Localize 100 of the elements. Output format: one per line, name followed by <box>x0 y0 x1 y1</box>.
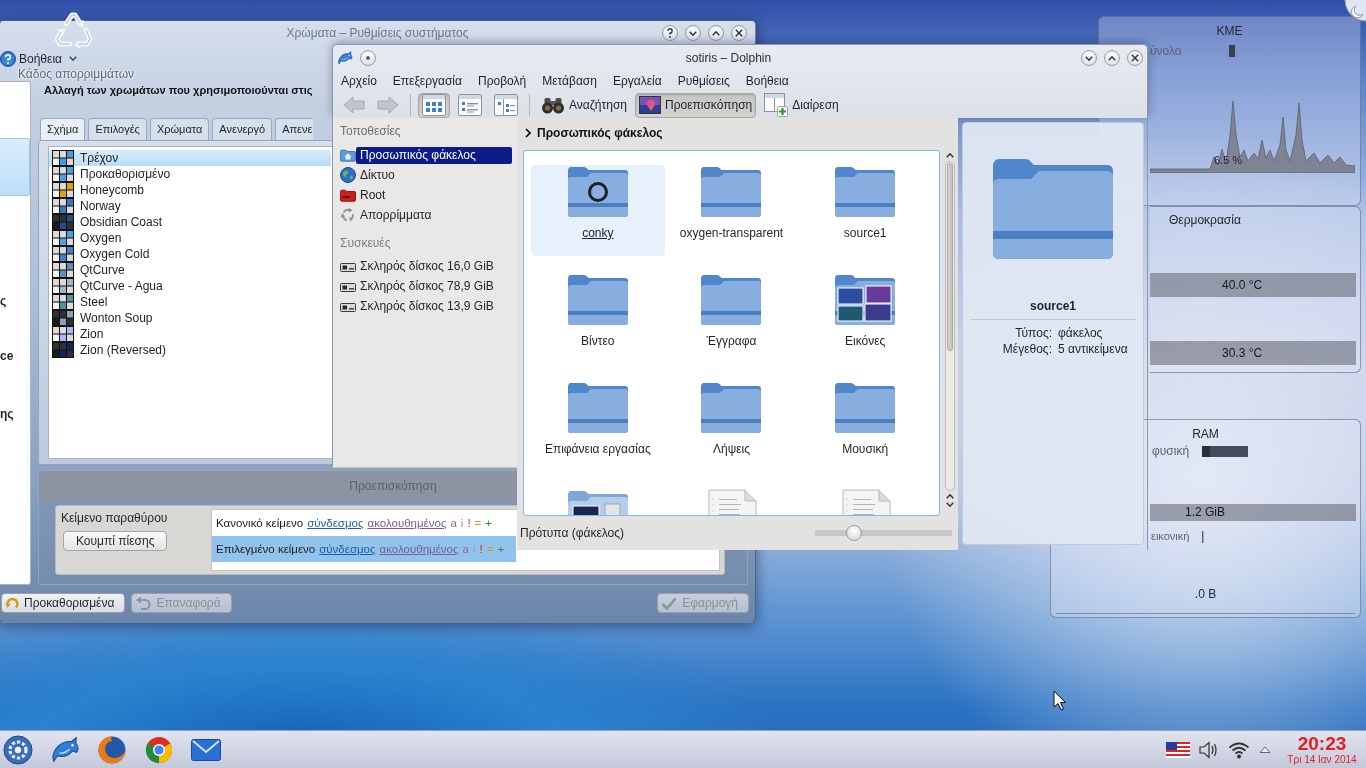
scheme-item[interactable]: Steel <box>49 294 331 310</box>
menu-item[interactable]: Εργαλεία <box>604 73 670 89</box>
chevron-down-icon <box>689 30 697 36</box>
file-item[interactable]: oxygen-transparent <box>664 165 799 256</box>
file-item[interactable]: Μουσική <box>798 381 932 472</box>
scheme-item[interactable]: Τρέχον <box>49 150 331 166</box>
virtual-memory-label: εικονική <box>1151 530 1190 544</box>
defaults-button[interactable]: Προκαθορισμένα <box>1 593 126 613</box>
dolphin-icon[interactable] <box>337 50 353 66</box>
file-item[interactable]: Βίντεο <box>531 273 665 364</box>
scheme-item[interactable]: QtCurve - Agua <box>49 278 331 294</box>
sidebar-item[interactable]: ης <box>0 405 30 423</box>
desktop-icon-label[interactable]: Κάδος απορριμμάτων <box>14 68 138 81</box>
close-button[interactable] <box>731 25 747 41</box>
file-item[interactable]: Εικόνες <box>798 273 932 364</box>
file-item[interactable]: Επιφάνεια εργασίας <box>531 381 665 472</box>
cpu-load-text: 6.5 % <box>1214 154 1243 167</box>
file-item[interactable]: source1 <box>798 165 932 256</box>
sidebar-item[interactable]: ce <box>0 347 30 365</box>
scheme-item[interactable]: Zion (Reversed) <box>49 342 331 358</box>
places-item[interactable]: Δίκτυο <box>356 166 512 184</box>
file-item[interactable]: Έγγραφα <box>664 273 799 364</box>
slider-thumb[interactable] <box>846 525 863 541</box>
tab[interactable]: Σχήμα <box>40 118 86 140</box>
envelope-icon[interactable] <box>191 738 221 761</box>
window-text-label: Κείμενο παραθύρου <box>61 511 168 526</box>
dolphin-icon[interactable] <box>50 734 80 765</box>
sidebar-item[interactable]: ς <box>0 292 30 310</box>
speaker-icon[interactable] <box>1199 740 1219 759</box>
menu-item[interactable]: Προβολή <box>469 73 535 89</box>
minimize-button[interactable] <box>1081 50 1097 66</box>
globe-icon <box>340 167 356 183</box>
expand-icon[interactable] <box>1259 746 1271 753</box>
scrollbar-thumb[interactable] <box>947 163 953 351</box>
scheme-item[interactable]: Oxygen Cold <box>49 246 331 262</box>
places-item[interactable]: Προσωπικός φάκελος <box>356 146 512 164</box>
scheme-item[interactable]: QtCurve <box>49 262 331 278</box>
help-button[interactable]: Βοήθεια <box>0 51 62 67</box>
fox-globe-icon[interactable] <box>97 734 127 765</box>
tab[interactable]: Ανενεργό <box>212 118 273 140</box>
status-text: Πρότυπα (φάκελος) <box>520 525 624 541</box>
tab[interactable]: Χρώματα <box>149 118 210 140</box>
split-button[interactable]: Διαίρεση <box>760 92 843 118</box>
arrow-down-icon[interactable] <box>946 502 954 507</box>
scheme-item[interactable]: Norway <box>49 198 331 214</box>
menu-item[interactable]: Ρυθμίσεις <box>669 73 738 89</box>
wifi-icon[interactable] <box>1228 740 1250 759</box>
file-item[interactable]: Λήψεις <box>664 381 799 472</box>
maximize-button[interactable] <box>1104 50 1120 66</box>
minimize-button[interactable] <box>685 25 701 41</box>
app-menu-icon[interactable] <box>3 734 33 765</box>
push-button[interactable]: Κουμπί πίεσης <box>63 531 168 552</box>
help-button[interactable] <box>662 25 678 41</box>
maximize-button[interactable] <box>708 25 724 41</box>
menu-item[interactable]: Επεξεργασία <box>384 73 470 89</box>
tab[interactable]: Απενε <box>275 118 314 140</box>
close-icon <box>1131 54 1139 62</box>
scheme-item[interactable]: Προκαθορισμένο <box>49 166 331 182</box>
tab[interactable]: Επιλογές <box>88 118 147 140</box>
search-button[interactable]: Αναζήτηση <box>537 92 631 118</box>
visited-link-sample: ακολουθημένος <box>367 515 447 531</box>
breadcrumb-item[interactable]: Προσωπικός φάκελος <box>537 125 663 141</box>
cpu-total-label: ύνολο <box>1150 43 1182 59</box>
places-item[interactable]: Απορρίμματα <box>356 206 512 224</box>
places-item[interactable]: Root <box>356 186 512 204</box>
preview-button[interactable]: Προεπισκόπηση <box>634 92 757 118</box>
scheme-item[interactable]: Wonton Soup <box>49 310 331 326</box>
close-button[interactable] <box>1127 50 1143 66</box>
chevron-down-icon[interactable] <box>69 56 77 61</box>
chevron-up-icon <box>1108 55 1116 61</box>
scheme-item[interactable]: Obsidian Coast <box>49 214 331 230</box>
window-title: sotiris – Dolphin <box>684 50 773 66</box>
scrollbar[interactable] <box>945 161 955 491</box>
file-item[interactable]: conky <box>531 165 665 256</box>
aperture-icon[interactable] <box>144 734 174 765</box>
icons-view-button[interactable] <box>418 92 450 118</box>
ring-folder-icon <box>566 165 629 218</box>
panel-title: Τοποθεσίες <box>340 124 402 138</box>
arrow-up-icon[interactable] <box>946 494 954 499</box>
arrow-up-icon[interactable] <box>946 153 954 158</box>
scheme-item[interactable]: Oxygen <box>49 230 331 246</box>
swap-reading: .0 B <box>1193 586 1218 602</box>
flag-icon[interactable] <box>1166 741 1190 758</box>
all-desktops-button[interactable] <box>360 50 376 66</box>
menu-item[interactable]: Αρχείο <box>333 73 385 89</box>
places-item[interactable]: Σκληρός δίσκος 78,9 GiB <box>356 277 512 295</box>
places-item[interactable]: Σκληρός δίσκος 16,0 GiB <box>356 257 512 275</box>
preview-text: Κανονικό κείμενο <box>216 515 304 531</box>
memory-bar-icon <box>1202 445 1248 457</box>
property-value: φάκελος <box>1058 326 1103 341</box>
places-item[interactable]: Σκληρός δίσκος 13,9 GiB <box>356 297 512 315</box>
menu-item[interactable]: Μετάβαση <box>534 73 605 89</box>
folder-icon <box>566 273 629 326</box>
negative-text-sample: ! <box>479 541 483 557</box>
menu-item[interactable]: Βοήθεια <box>737 73 797 89</box>
recycle-icon[interactable] <box>53 12 93 50</box>
scheme-item[interactable]: Honeycomb <box>49 182 331 198</box>
chevron-right-icon[interactable] <box>525 128 531 138</box>
help-icon <box>667 28 673 38</box>
scheme-item[interactable]: Zion <box>49 326 331 342</box>
